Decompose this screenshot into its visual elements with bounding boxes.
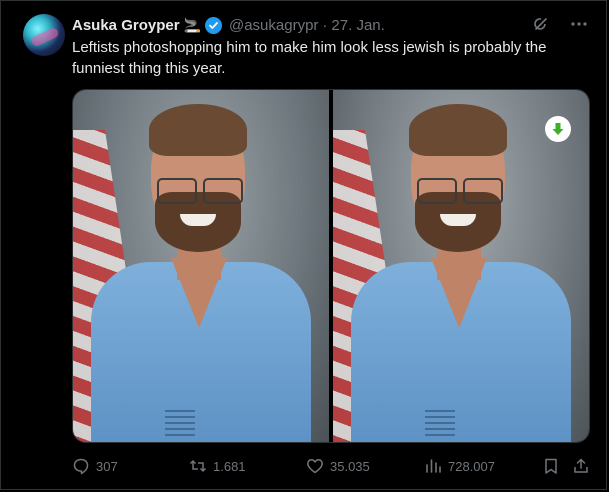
verified-check-icon	[204, 16, 222, 34]
reply-count: 307	[96, 458, 118, 474]
avatar[interactable]	[23, 14, 65, 56]
tweet-media[interactable]	[72, 89, 590, 443]
views-button[interactable]: 728.007	[424, 457, 495, 475]
tweet-date[interactable]: 27. Jan.	[331, 17, 384, 34]
repost-icon	[189, 457, 207, 475]
author-name[interactable]: Asuka Groyper	[72, 17, 180, 34]
reply-button[interactable]: 307	[72, 457, 118, 475]
glasses	[415, 178, 503, 204]
author-handle[interactable]: @asukagrypr	[229, 17, 318, 34]
photo-edited[interactable]	[333, 90, 589, 442]
photo-original[interactable]	[73, 90, 329, 442]
tweet-header: Asuka Groyper 🚬 @asukagrypr · 27. Jan.	[72, 15, 385, 35]
heart-icon	[306, 457, 324, 475]
bookmark-icon[interactable]	[542, 457, 560, 475]
header-separator: ·	[322, 16, 328, 34]
hair	[409, 104, 507, 156]
name-tag	[165, 408, 195, 436]
glasses	[155, 178, 243, 204]
grok-icon[interactable]	[532, 15, 550, 33]
hair	[149, 104, 247, 156]
reply-icon	[72, 457, 90, 475]
repost-count: 1.681	[213, 458, 246, 474]
tweet-card: Asuka Groyper 🚬 @asukagrypr · 27. Jan. L…	[0, 0, 607, 490]
download-arrow-icon[interactable]	[545, 116, 571, 142]
name-tag	[425, 408, 455, 436]
repost-button[interactable]: 1.681	[189, 457, 246, 475]
author-badge-emoji: 🚬	[183, 16, 201, 33]
more-horizontal-icon[interactable]	[570, 15, 588, 33]
share-icon[interactable]	[572, 457, 590, 475]
like-count: 35.035	[330, 458, 370, 474]
tweet-top-actions	[532, 15, 588, 33]
views-bar-chart-icon	[424, 457, 442, 475]
tweet-text: Leftists photoshopping him to make him l…	[72, 39, 547, 77]
like-button[interactable]: 35.035	[306, 457, 370, 475]
views-count: 728.007	[448, 458, 495, 474]
tweet-actions: 307 1.681 35.035 728.007	[72, 453, 592, 479]
